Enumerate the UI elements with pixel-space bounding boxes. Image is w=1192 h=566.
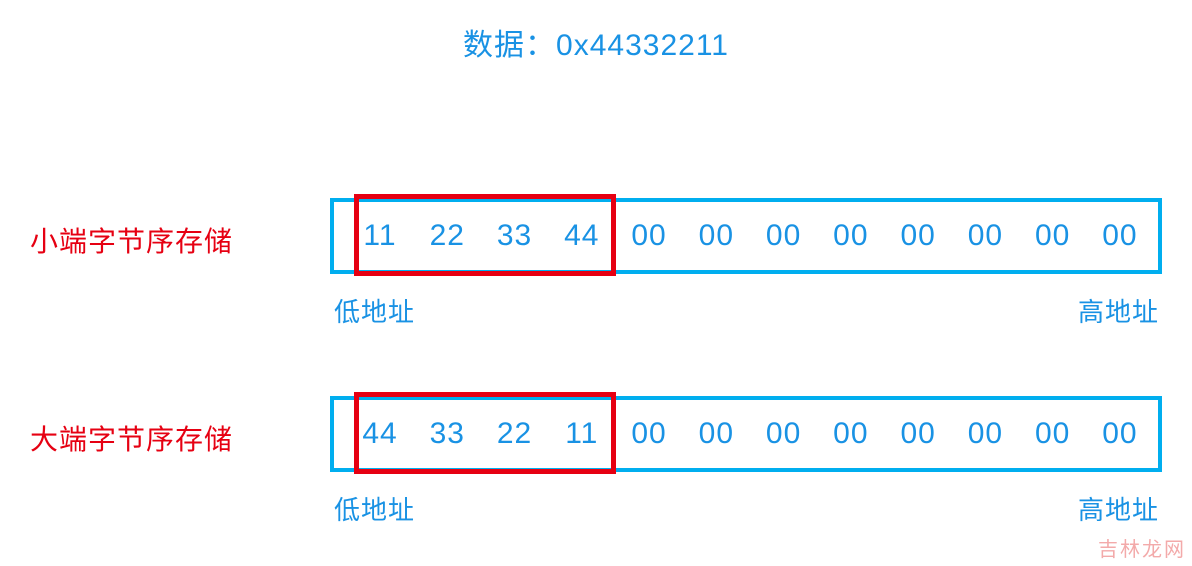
byte-cell: 00 <box>890 417 946 451</box>
byte-cell: 44 <box>352 417 408 451</box>
byte-cell: 11 <box>352 219 408 253</box>
byte-cell: 33 <box>419 417 475 451</box>
big-endian-bytes: 44 33 22 11 00 00 00 00 00 00 00 00 <box>352 400 1148 468</box>
byte-cell: 00 <box>1025 219 1081 253</box>
byte-cell: 33 <box>487 219 543 253</box>
little-endian-low-address-label: 低地址 <box>334 292 415 329</box>
data-title: 数据：0x44332211 <box>0 20 1192 64</box>
byte-cell: 00 <box>957 417 1013 451</box>
watermark-text: 吉林龙网 <box>1098 533 1186 562</box>
byte-cell: 11 <box>554 417 610 451</box>
big-endian-memory-box: 44 33 22 11 00 00 00 00 00 00 00 00 <box>330 396 1162 472</box>
big-endian-low-address-label: 低地址 <box>334 490 415 527</box>
byte-cell: 00 <box>890 219 946 253</box>
byte-cell: 00 <box>621 417 677 451</box>
little-endian-memory-box: 11 22 33 44 00 00 00 00 00 00 00 00 <box>330 198 1162 274</box>
little-endian-label: 小端字节序存储 <box>30 220 233 260</box>
byte-cell: 44 <box>554 219 610 253</box>
byte-cell: 00 <box>688 219 744 253</box>
little-endian-high-address-label: 高地址 <box>1078 292 1159 329</box>
byte-cell: 00 <box>957 219 1013 253</box>
byte-cell: 22 <box>487 417 543 451</box>
big-endian-high-address-label: 高地址 <box>1078 490 1159 527</box>
byte-cell: 00 <box>823 417 879 451</box>
byte-cell: 22 <box>419 219 475 253</box>
byte-cell: 00 <box>823 219 879 253</box>
byte-cell: 00 <box>1092 219 1148 253</box>
byte-cell: 00 <box>1092 417 1148 451</box>
byte-cell: 00 <box>621 219 677 253</box>
little-endian-bytes: 11 22 33 44 00 00 00 00 00 00 00 00 <box>352 202 1148 270</box>
big-endian-label: 大端字节序存储 <box>30 418 233 458</box>
byte-cell: 00 <box>756 219 812 253</box>
byte-cell: 00 <box>756 417 812 451</box>
byte-cell: 00 <box>688 417 744 451</box>
byte-cell: 00 <box>1025 417 1081 451</box>
